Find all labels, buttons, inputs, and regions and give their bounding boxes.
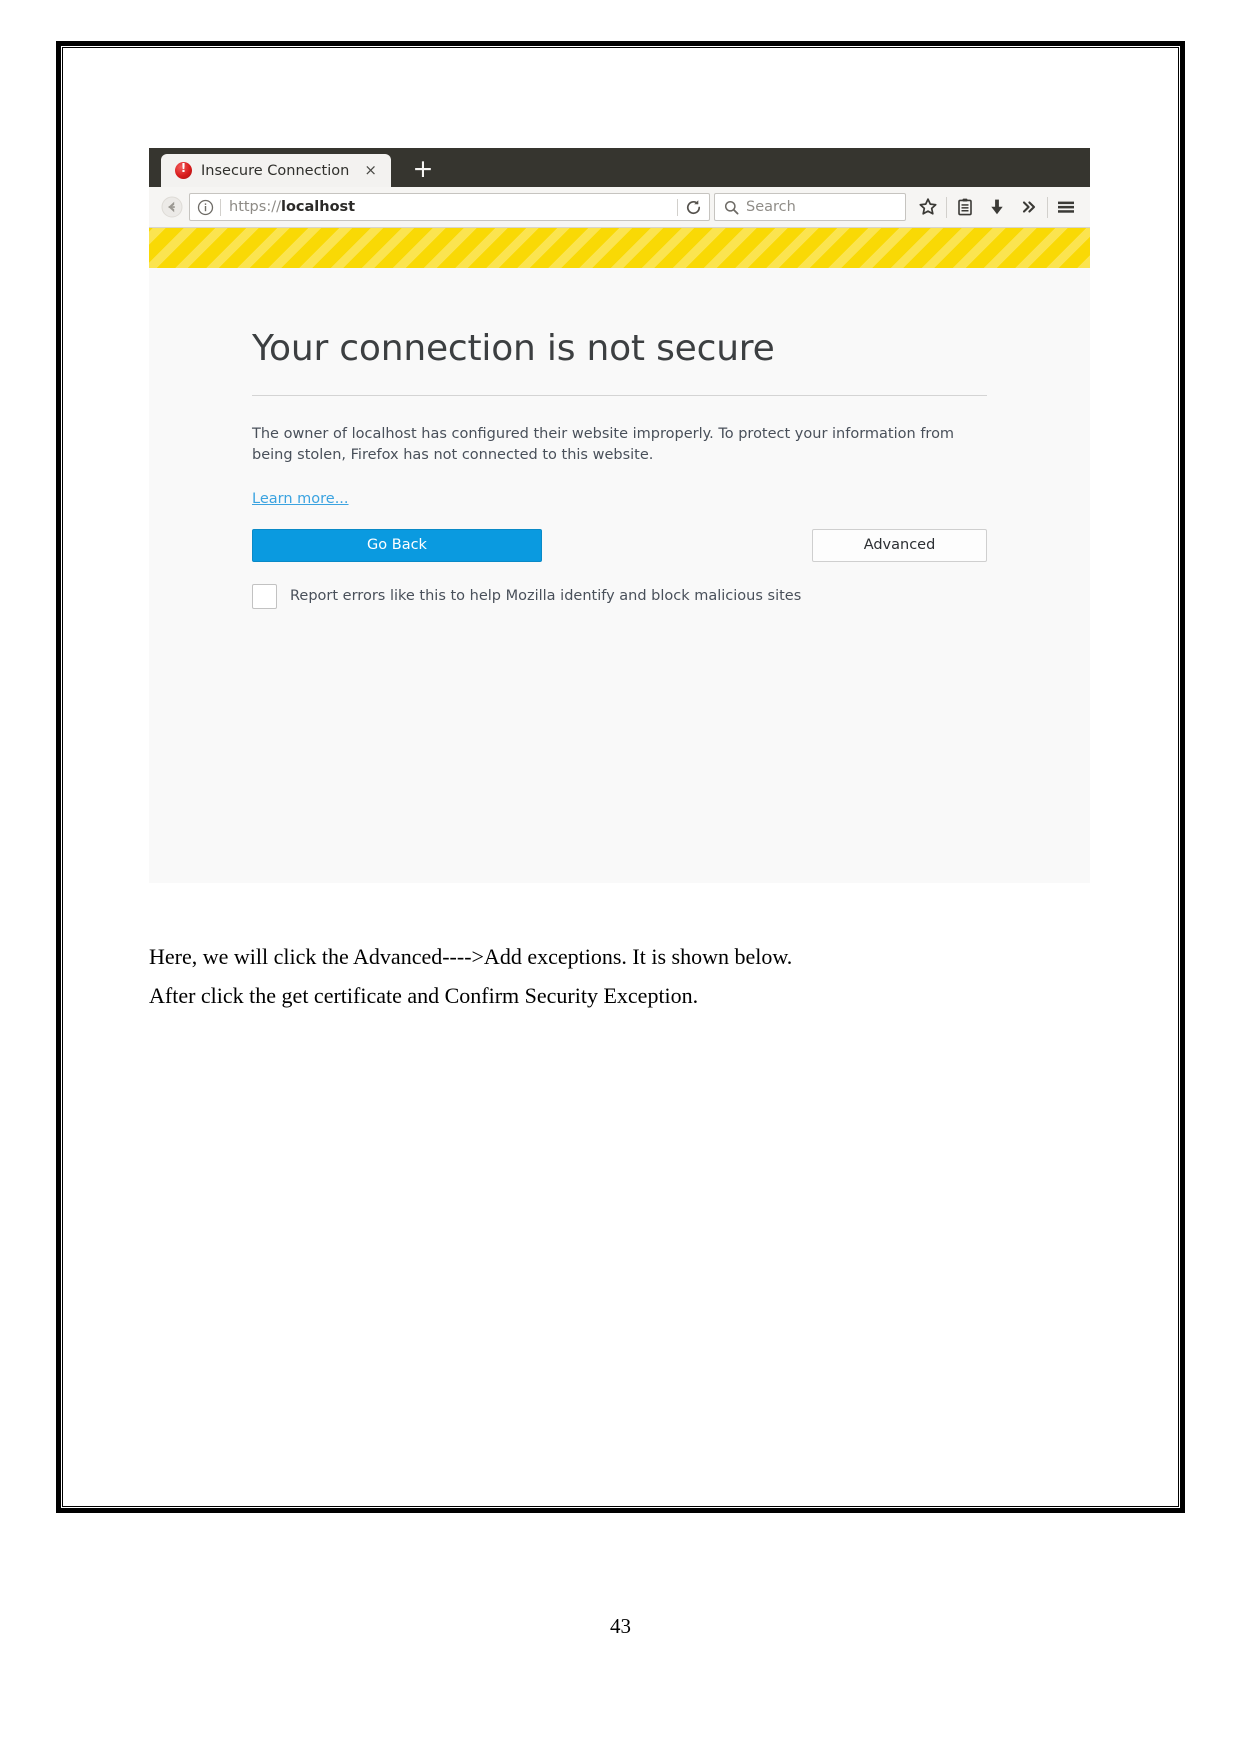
- report-errors-label: Report errors like this to help Mozilla …: [290, 588, 802, 605]
- tab-insecure-connection[interactable]: Insecure Connection ×: [161, 154, 391, 187]
- browser-toolbar: https://localhost Search: [149, 187, 1090, 228]
- magnifier-icon: [724, 200, 739, 215]
- page-number: 43: [610, 1614, 631, 1638]
- go-back-button[interactable]: Go Back: [252, 528, 542, 562]
- url-host: localhost: [280, 199, 356, 215]
- url-bar[interactable]: https://localhost: [189, 193, 710, 221]
- tab-title: Insecure Connection: [201, 162, 350, 179]
- advanced-button[interactable]: Advanced: [812, 528, 987, 562]
- report-errors-row[interactable]: Report errors like this to help Mozilla …: [252, 583, 987, 609]
- back-button[interactable]: [157, 192, 187, 222]
- toolbar-divider-2: [1047, 196, 1048, 218]
- toolbar-divider-1: [946, 196, 947, 218]
- paragraph-1: Here, we will click the Advanced---->Add…: [149, 944, 793, 969]
- star-icon[interactable]: [912, 192, 944, 222]
- error-page: Your connection is not secure The owner …: [149, 268, 1090, 883]
- warning-stripe-band: [149, 228, 1090, 268]
- library-icon[interactable]: [949, 192, 981, 222]
- url-text: https://localhost: [221, 199, 677, 215]
- url-scheme: https://: [229, 199, 281, 215]
- learn-more-link[interactable]: Learn more...: [252, 491, 349, 507]
- browser-tabstrip: Insecure Connection × +: [149, 148, 1090, 187]
- hamburger-menu-icon[interactable]: [1050, 192, 1082, 222]
- new-tab-button[interactable]: +: [409, 156, 437, 184]
- browser-screenshot: Insecure Connection × + https:: [149, 148, 1090, 883]
- chevron-double-right-icon[interactable]: [1013, 192, 1045, 222]
- insecure-warning-icon: [175, 161, 192, 179]
- document-body-text: Here, we will click the Advanced---->Add…: [149, 937, 1079, 1015]
- error-description: The owner of localhost has configured th…: [252, 426, 955, 463]
- error-actions: Go Back Advanced: [252, 528, 987, 562]
- report-errors-checkbox[interactable]: [252, 583, 277, 609]
- download-arrow-icon[interactable]: [981, 192, 1013, 222]
- search-bar[interactable]: Search: [714, 193, 906, 221]
- info-circle-icon[interactable]: [190, 199, 220, 216]
- reload-icon[interactable]: [678, 193, 709, 221]
- page-title: Your connection is not secure: [252, 328, 775, 369]
- paragraph-2: After click the get certificate and Conf…: [149, 983, 699, 1009]
- search-input[interactable]: Search: [746, 199, 796, 215]
- title-divider: [252, 395, 987, 397]
- close-icon[interactable]: ×: [364, 163, 377, 178]
